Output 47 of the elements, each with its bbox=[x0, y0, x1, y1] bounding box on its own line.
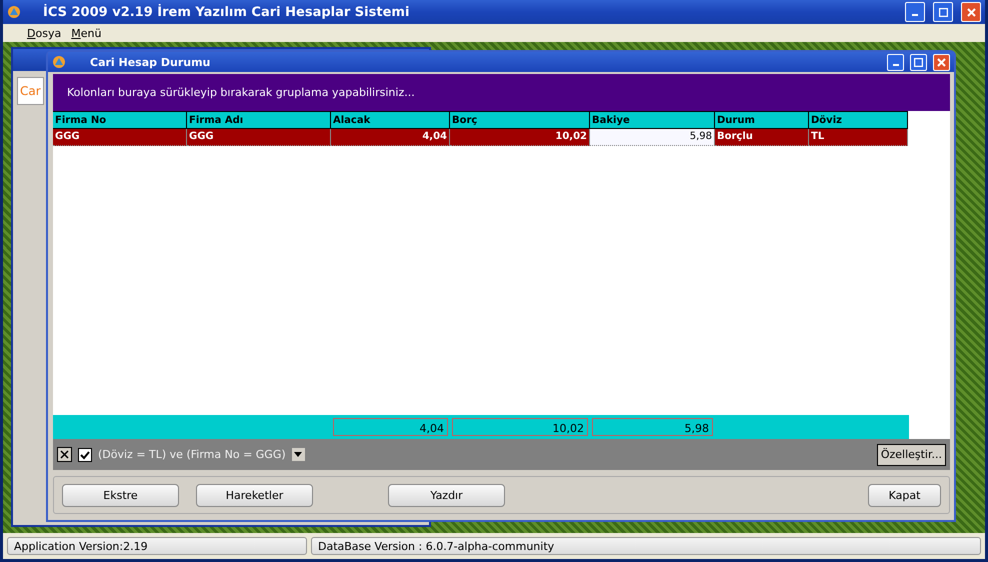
dropdown-button[interactable] bbox=[292, 448, 305, 461]
summary-cell: 4,04 bbox=[333, 418, 448, 436]
table-cell: 4,04 bbox=[331, 129, 450, 146]
table-cell: TL bbox=[809, 129, 908, 146]
close-icon bbox=[58, 448, 71, 461]
menu-item[interactable]: Dosya bbox=[27, 26, 62, 40]
clear-filter-button[interactable] bbox=[57, 447, 72, 462]
column-header[interactable]: Döviz bbox=[809, 111, 908, 129]
close-icon bbox=[966, 8, 976, 16]
filter-checkbox[interactable] bbox=[78, 448, 92, 462]
status-pane: Application Version:2.19 bbox=[7, 537, 307, 555]
minimize-button[interactable] bbox=[887, 54, 904, 70]
minimize-button[interactable] bbox=[905, 2, 925, 22]
column-header[interactable]: Bakiye bbox=[590, 111, 715, 129]
app-icon bbox=[52, 55, 66, 69]
menu-item[interactable]: Menü bbox=[71, 26, 102, 40]
window-title: Cari Hesap Durumu bbox=[89, 56, 212, 68]
action-button[interactable]: Yazdır bbox=[388, 484, 505, 506]
maximize-icon bbox=[938, 8, 948, 16]
table-cell: GGG bbox=[187, 129, 331, 146]
customize-button[interactable]: Özelleştir... bbox=[876, 444, 946, 466]
column-header[interactable]: Firma No bbox=[53, 111, 187, 129]
maximize-button[interactable] bbox=[910, 54, 927, 70]
action-button[interactable]: Hareketler bbox=[196, 484, 313, 506]
table-cell: 5,98 bbox=[590, 129, 715, 146]
column-header[interactable]: Firma Adı bbox=[187, 111, 331, 129]
app-icon bbox=[7, 5, 21, 19]
summary-cell: 10,02 bbox=[452, 418, 588, 436]
action-button[interactable]: Ekstre bbox=[62, 484, 179, 506]
caret-icon bbox=[294, 452, 302, 457]
action-button[interactable]: Kapat bbox=[868, 484, 941, 506]
column-header[interactable]: Borç bbox=[450, 111, 590, 129]
close-button[interactable] bbox=[961, 2, 981, 22]
close-button[interactable] bbox=[933, 54, 950, 70]
column-header[interactable]: Alacak bbox=[331, 111, 450, 129]
table-cell: GGG bbox=[53, 129, 187, 146]
maximize-button[interactable] bbox=[933, 2, 953, 22]
maximize-icon bbox=[914, 58, 923, 66]
filter-text: (Döviz = TL) ve (Firma No = GGG) bbox=[98, 448, 286, 461]
window-title: İCS 2009 v2.19 İrem Yazılım Cari Hesaplar Sistemi bbox=[42, 4, 410, 20]
group-panel: Kolonları buraya sürükleyip bırakarak gruplama yapabilirsiniz... bbox=[53, 74, 950, 111]
close-icon bbox=[937, 58, 946, 66]
column-header[interactable]: Durum bbox=[715, 111, 809, 129]
table-cell: Borçlu bbox=[715, 129, 809, 146]
table-cell: 10,02 bbox=[450, 129, 590, 146]
summary-cell: 5,98 bbox=[592, 418, 713, 436]
status-pane: DataBase Version : 6.0.7-alpha-community bbox=[311, 537, 981, 555]
